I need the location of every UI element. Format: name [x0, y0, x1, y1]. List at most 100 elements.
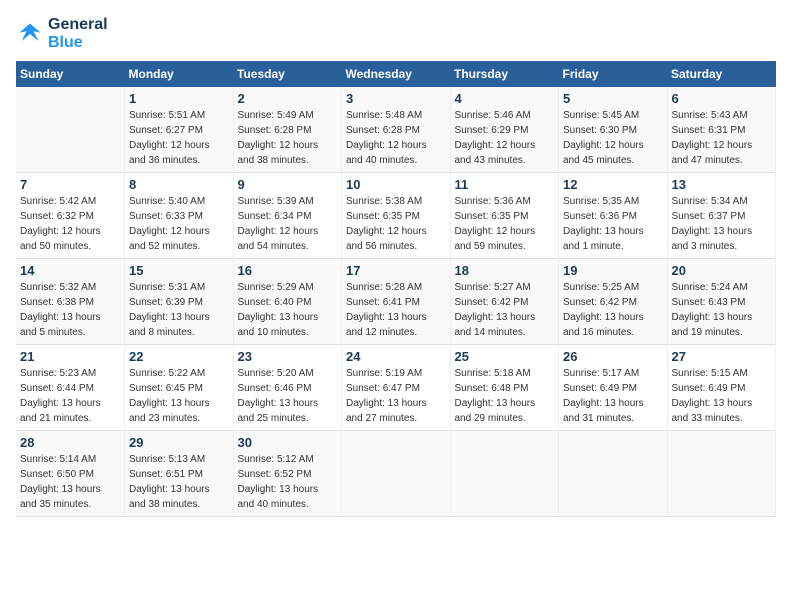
calendar-cell: 25 Sunrise: 5:18 AM Sunset: 6:48 PM Dayli… [450, 345, 559, 431]
calendar-cell: 19 Sunrise: 5:25 AM Sunset: 6:42 PM Dayli… [559, 259, 668, 345]
day-number: 19 [563, 263, 663, 278]
day-info: Sunrise: 5:25 AM Sunset: 6:42 PM Dayligh… [563, 280, 663, 340]
day-number: 24 [346, 349, 446, 364]
day-number: 8 [129, 177, 229, 192]
day-number: 5 [563, 91, 663, 106]
day-number: 23 [238, 349, 338, 364]
day-number: 2 [238, 91, 338, 106]
calendar-header-saturday: Saturday [667, 61, 776, 87]
day-number: 10 [346, 177, 446, 192]
day-number: 18 [455, 263, 555, 278]
day-info: Sunrise: 5:20 AM Sunset: 6:46 PM Dayligh… [238, 366, 338, 426]
day-info: Sunrise: 5:15 AM Sunset: 6:49 PM Dayligh… [672, 366, 772, 426]
calendar-cell: 3Sunrise: 5:48 AM Sunset: 6:28 PM Daylig… [342, 87, 451, 173]
calendar-cell: 22 Sunrise: 5:22 AM Sunset: 6:45 PM Dayli… [125, 345, 234, 431]
calendar-cell: 1 Sunrise: 5:51 AM Sunset: 6:27 PM Daylig… [125, 87, 234, 173]
calendar-cell [16, 87, 125, 173]
calendar-header-sunday: Sunday [16, 61, 125, 87]
calendar-cell: 14 Sunrise: 5:32 AM Sunset: 6:38 PM Dayli… [16, 259, 125, 345]
logo: General Blue [16, 16, 108, 51]
calendar-cell: 24 Sunrise: 5:19 AM Sunset: 6:47 PM Dayli… [342, 345, 451, 431]
calendar-cell [559, 431, 668, 517]
calendar-cell: 12 Sunrise: 5:35 AM Sunset: 6:36 PM Dayli… [559, 173, 668, 259]
day-number: 12 [563, 177, 663, 192]
day-info: Sunrise: 5:13 AM Sunset: 6:51 PM Dayligh… [129, 452, 229, 512]
day-info: Sunrise: 5:27 AM Sunset: 6:42 PM Dayligh… [455, 280, 555, 340]
day-info: Sunrise: 5:22 AM Sunset: 6:45 PM Dayligh… [129, 366, 229, 426]
calendar-cell: 6Sunrise: 5:43 AM Sunset: 6:31 PM Daylig… [667, 87, 776, 173]
day-number: 7 [20, 177, 120, 192]
day-number: 17 [346, 263, 446, 278]
calendar-cell: 7Sunrise: 5:42 AM Sunset: 6:32 PM Daylig… [16, 173, 125, 259]
calendar-week-row: 1 Sunrise: 5:51 AM Sunset: 6:27 PM Daylig… [16, 87, 776, 173]
day-number: 15 [129, 263, 229, 278]
day-info: Sunrise: 5:49 AM Sunset: 6:28 PM Dayligh… [238, 108, 338, 168]
calendar-header-tuesday: Tuesday [233, 61, 342, 87]
calendar-table: SundayMondayTuesdayWednesdayThursdayFrid… [16, 61, 776, 517]
day-info: Sunrise: 5:35 AM Sunset: 6:36 PM Dayligh… [563, 194, 663, 254]
calendar-week-row: 21 Sunrise: 5:23 AM Sunset: 6:44 PM Dayli… [16, 345, 776, 431]
day-number: 3 [346, 91, 446, 106]
day-info: Sunrise: 5:45 AM Sunset: 6:30 PM Dayligh… [563, 108, 663, 168]
calendar-week-row: 28 Sunrise: 5:14 AM Sunset: 6:50 PM Dayli… [16, 431, 776, 517]
day-number: 4 [455, 91, 555, 106]
day-info: Sunrise: 5:12 AM Sunset: 6:52 PM Dayligh… [238, 452, 338, 512]
calendar-header-wednesday: Wednesday [342, 61, 451, 87]
calendar-cell [342, 431, 451, 517]
day-info: Sunrise: 5:29 AM Sunset: 6:40 PM Dayligh… [238, 280, 338, 340]
day-info: Sunrise: 5:19 AM Sunset: 6:47 PM Dayligh… [346, 366, 446, 426]
day-number: 27 [672, 349, 772, 364]
day-info: Sunrise: 5:23 AM Sunset: 6:44 PM Dayligh… [20, 366, 120, 426]
day-number: 21 [20, 349, 120, 364]
day-info: Sunrise: 5:17 AM Sunset: 6:49 PM Dayligh… [563, 366, 663, 426]
calendar-header-friday: Friday [559, 61, 668, 87]
calendar-cell: 13Sunrise: 5:34 AM Sunset: 6:37 PM Dayli… [667, 173, 776, 259]
calendar-week-row: 7Sunrise: 5:42 AM Sunset: 6:32 PM Daylig… [16, 173, 776, 259]
day-info: Sunrise: 5:51 AM Sunset: 6:27 PM Dayligh… [129, 108, 229, 168]
logo-text: General Blue [48, 16, 108, 51]
day-info: Sunrise: 5:38 AM Sunset: 6:35 PM Dayligh… [346, 194, 446, 254]
calendar-cell [450, 431, 559, 517]
calendar-cell: 21 Sunrise: 5:23 AM Sunset: 6:44 PM Dayli… [16, 345, 125, 431]
calendar-cell: 18 Sunrise: 5:27 AM Sunset: 6:42 PM Dayli… [450, 259, 559, 345]
calendar-cell: 26 Sunrise: 5:17 AM Sunset: 6:49 PM Dayli… [559, 345, 668, 431]
calendar-cell: 20 Sunrise: 5:24 AM Sunset: 6:43 PM Dayli… [667, 259, 776, 345]
day-number: 13 [672, 177, 772, 192]
day-number: 20 [672, 263, 772, 278]
calendar-cell: 9Sunrise: 5:39 AM Sunset: 6:34 PM Daylig… [233, 173, 342, 259]
day-number: 16 [238, 263, 338, 278]
day-number: 11 [455, 177, 555, 192]
day-number: 14 [20, 263, 120, 278]
calendar-cell [667, 431, 776, 517]
calendar-header-row: SundayMondayTuesdayWednesdayThursdayFrid… [16, 61, 776, 87]
calendar-week-row: 14 Sunrise: 5:32 AM Sunset: 6:38 PM Dayli… [16, 259, 776, 345]
day-info: Sunrise: 5:14 AM Sunset: 6:50 PM Dayligh… [20, 452, 120, 512]
day-info: Sunrise: 5:31 AM Sunset: 6:39 PM Dayligh… [129, 280, 229, 340]
calendar-cell: 23 Sunrise: 5:20 AM Sunset: 6:46 PM Dayli… [233, 345, 342, 431]
calendar-header-monday: Monday [125, 61, 234, 87]
day-number: 22 [129, 349, 229, 364]
day-info: Sunrise: 5:32 AM Sunset: 6:38 PM Dayligh… [20, 280, 120, 340]
day-info: Sunrise: 5:18 AM Sunset: 6:48 PM Dayligh… [455, 366, 555, 426]
day-info: Sunrise: 5:40 AM Sunset: 6:33 PM Dayligh… [129, 194, 229, 254]
day-number: 29 [129, 435, 229, 450]
day-number: 25 [455, 349, 555, 364]
calendar-cell: 10 Sunrise: 5:38 AM Sunset: 6:35 PM Dayli… [342, 173, 451, 259]
day-number: 1 [129, 91, 229, 106]
page-header: General Blue [16, 16, 776, 51]
day-info: Sunrise: 5:39 AM Sunset: 6:34 PM Dayligh… [238, 194, 338, 254]
calendar-cell: 2 Sunrise: 5:49 AM Sunset: 6:28 PM Daylig… [233, 87, 342, 173]
calendar-cell: 4Sunrise: 5:46 AM Sunset: 6:29 PM Daylig… [450, 87, 559, 173]
day-info: Sunrise: 5:36 AM Sunset: 6:35 PM Dayligh… [455, 194, 555, 254]
day-number: 28 [20, 435, 120, 450]
calendar-cell: 27 Sunrise: 5:15 AM Sunset: 6:49 PM Dayli… [667, 345, 776, 431]
day-info: Sunrise: 5:24 AM Sunset: 6:43 PM Dayligh… [672, 280, 772, 340]
calendar-cell: 15 Sunrise: 5:31 AM Sunset: 6:39 PM Dayli… [125, 259, 234, 345]
calendar-cell: 28 Sunrise: 5:14 AM Sunset: 6:50 PM Dayli… [16, 431, 125, 517]
calendar-header-thursday: Thursday [450, 61, 559, 87]
calendar-cell: 29 Sunrise: 5:13 AM Sunset: 6:51 PM Dayli… [125, 431, 234, 517]
day-number: 26 [563, 349, 663, 364]
calendar-cell: 5 Sunrise: 5:45 AM Sunset: 6:30 PM Daylig… [559, 87, 668, 173]
day-info: Sunrise: 5:43 AM Sunset: 6:31 PM Dayligh… [672, 108, 772, 168]
calendar-cell: 8 Sunrise: 5:40 AM Sunset: 6:33 PM Daylig… [125, 173, 234, 259]
